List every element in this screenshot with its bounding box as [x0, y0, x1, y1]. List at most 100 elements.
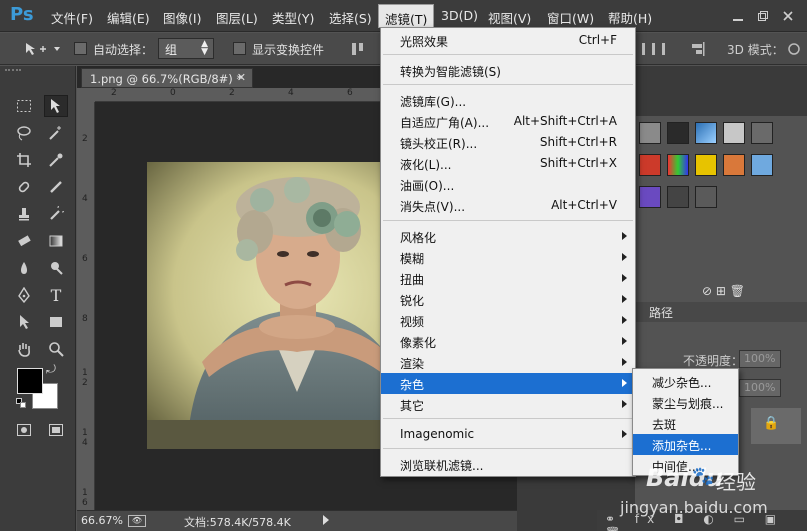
- menu-window[interactable]: 窗口(W): [547, 8, 594, 27]
- submenu-item-add-noise[interactable]: 添加杂色...: [633, 434, 738, 455]
- watermark-suffix: 经验: [716, 470, 756, 494]
- minimize-icon[interactable]: [732, 10, 744, 22]
- menu-item-filter-gallery[interactable]: 滤镜库(G)...: [381, 90, 635, 111]
- type-tool-icon[interactable]: T: [44, 284, 68, 306]
- style-swatch[interactable]: [723, 154, 745, 176]
- magic-wand-icon[interactable]: [44, 122, 68, 144]
- tab-close-icon[interactable]: ✕: [237, 71, 246, 84]
- close-icon[interactable]: [782, 10, 794, 22]
- auto-select-checkbox[interactable]: [74, 42, 87, 55]
- style-swatch[interactable]: [667, 122, 689, 144]
- status-menu-arrow-icon[interactable]: [323, 515, 329, 525]
- show-transform-checkbox[interactable]: [233, 42, 246, 55]
- marquee-tool-icon[interactable]: [12, 95, 36, 117]
- fill-field[interactable]: 100%: [739, 379, 781, 397]
- vertical-ruler: 2 4 6 8 1 2 1 4 1 6: [77, 102, 95, 512]
- style-swatch[interactable]: [751, 122, 773, 144]
- history-brush-icon[interactable]: [44, 203, 68, 225]
- gradient-tool-icon[interactable]: [44, 230, 68, 252]
- foreground-color-swatch[interactable]: [17, 368, 43, 394]
- photoshop-logo: Ps: [10, 4, 34, 25]
- tab-paths[interactable]: 路径: [649, 304, 673, 321]
- menu-item-render[interactable]: 渲染: [381, 352, 635, 373]
- document-tab-title: 1.png @ 66.7%(RGB/8#) *: [90, 72, 243, 86]
- dodge-tool-icon[interactable]: [44, 257, 68, 279]
- crop-tool-icon[interactable]: [12, 149, 36, 171]
- align-right-icon[interactable]: [690, 42, 706, 56]
- opacity-field[interactable]: 100%: [739, 350, 781, 368]
- swap-colors-icon[interactable]: ⤾: [46, 362, 56, 377]
- style-swatch[interactable]: [639, 154, 661, 176]
- pen-tool-icon[interactable]: [12, 284, 36, 306]
- menu-select[interactable]: 选择(S): [329, 8, 372, 27]
- quick-mask-icon[interactable]: [12, 419, 36, 441]
- menu-item-lens-correction[interactable]: 镜头校正(R)... Shift+Ctrl+R: [381, 132, 635, 153]
- menu-item-stylize[interactable]: 风格化: [381, 226, 635, 247]
- menu-item-lighting-effects[interactable]: 光照效果 Ctrl+F: [381, 30, 635, 51]
- move-tool-icon[interactable]: [44, 95, 68, 117]
- menu-item-convert-smart-filter[interactable]: 转换为智能滤镜(S): [381, 60, 635, 81]
- menu-item-vanishing-point[interactable]: 消失点(V)... Alt+Ctrl+V: [381, 195, 635, 216]
- move-tool-preset-icon[interactable]: [24, 41, 64, 57]
- default-colors-icon[interactable]: [16, 398, 26, 408]
- menu-image[interactable]: 图像(I): [163, 8, 201, 27]
- menu-file[interactable]: 文件(F): [51, 8, 93, 27]
- menu-item-distort[interactable]: 扭曲: [381, 268, 635, 289]
- path-select-icon[interactable]: [12, 311, 36, 333]
- eyedropper-icon[interactable]: [44, 149, 68, 171]
- style-swatch[interactable]: [639, 122, 661, 144]
- style-swatch[interactable]: [751, 154, 773, 176]
- status-preview-icon[interactable]: 👁: [128, 515, 146, 527]
- rotate-3d-icon[interactable]: [786, 41, 802, 57]
- menu-item-other[interactable]: 其它: [381, 394, 635, 415]
- menu-filter[interactable]: 滤镜(T): [378, 4, 435, 28]
- style-swatch[interactable]: [695, 122, 717, 144]
- screen-mode-icon[interactable]: [44, 419, 68, 441]
- submenu-item-despeckle[interactable]: 去斑: [633, 413, 738, 434]
- align-top-icon[interactable]: [350, 42, 366, 56]
- auto-select-dropdown[interactable]: 组 ▲ ▼: [158, 38, 214, 59]
- distribute-icon[interactable]: [640, 42, 670, 56]
- rectangle-tool-icon[interactable]: [44, 311, 68, 333]
- clone-stamp-icon[interactable]: [12, 203, 36, 225]
- menu-3d[interactable]: 3D(D): [441, 8, 478, 23]
- brush-tool-icon[interactable]: [44, 176, 68, 198]
- menu-type[interactable]: 类型(Y): [272, 8, 314, 27]
- menu-item-browse-online-filters[interactable]: 浏览联机滤镜...: [381, 454, 635, 475]
- menu-item-imagenomic[interactable]: Imagenomic: [381, 424, 635, 445]
- lasso-tool-icon[interactable]: [12, 122, 36, 144]
- submenu-item-dust-scratches[interactable]: 蒙尘与划痕...: [633, 392, 738, 413]
- menu-edit[interactable]: 编辑(E): [107, 8, 150, 27]
- hand-tool-icon[interactable]: [12, 338, 36, 360]
- menu-item-adaptive-wide-angle[interactable]: 自适应广角(A)... Alt+Shift+Ctrl+A: [381, 111, 635, 132]
- style-swatch[interactable]: [695, 186, 717, 208]
- menu-separator: [383, 448, 633, 449]
- style-swatch[interactable]: [723, 122, 745, 144]
- menu-help[interactable]: 帮助(H): [608, 8, 652, 27]
- restore-icon[interactable]: [757, 10, 769, 22]
- menu-item-video[interactable]: 视频: [381, 310, 635, 331]
- eraser-tool-icon[interactable]: [12, 230, 36, 252]
- blur-tool-icon[interactable]: [12, 257, 36, 279]
- style-swatch[interactable]: [695, 154, 717, 176]
- menu-item-blur[interactable]: 模糊: [381, 247, 635, 268]
- menu-item-liquify[interactable]: 液化(L)... Shift+Ctrl+X: [381, 153, 635, 174]
- submenu-arrow-icon: [622, 253, 627, 261]
- zoom-tool-icon[interactable]: [44, 338, 68, 360]
- submenu-item-reduce-noise[interactable]: 减少杂色...: [633, 371, 738, 392]
- menu-item-noise[interactable]: 杂色: [381, 373, 635, 394]
- menu-item-pixelate[interactable]: 像素化: [381, 331, 635, 352]
- watermark-url: jingyan.baidu.com: [620, 498, 768, 517]
- style-swatch[interactable]: [639, 186, 661, 208]
- ruler-h-label: 6: [347, 88, 353, 98]
- layer-row-background[interactable]: 🔒: [751, 408, 801, 444]
- menu-item-sharpen[interactable]: 锐化: [381, 289, 635, 310]
- menu-item-oil-paint[interactable]: 油画(O)...: [381, 174, 635, 195]
- zoom-level[interactable]: 66.67%: [81, 514, 123, 527]
- healing-brush-icon[interactable]: [12, 176, 36, 198]
- style-swatch[interactable]: [667, 186, 689, 208]
- menu-layer[interactable]: 图层(L): [216, 8, 258, 27]
- menu-view[interactable]: 视图(V): [488, 8, 531, 27]
- style-swatch[interactable]: [667, 154, 689, 176]
- document-tab[interactable]: 1.png @ 66.7%(RGB/8#) * ✕: [81, 68, 253, 88]
